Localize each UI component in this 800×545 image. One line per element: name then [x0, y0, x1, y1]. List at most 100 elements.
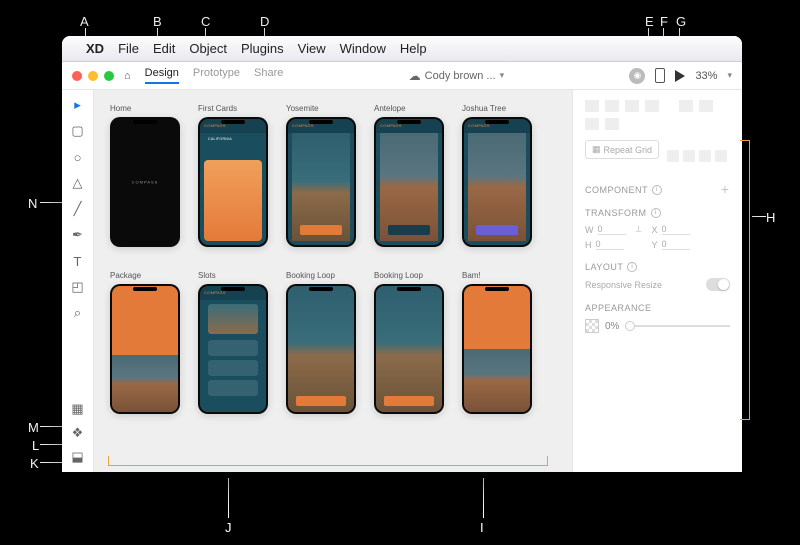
artboard-title[interactable]: Bam! [462, 271, 532, 280]
artboard[interactable]: Home COMPASS [110, 104, 180, 247]
callout-e: E [645, 14, 654, 29]
artboard[interactable]: First Cards COMPASSCALIFORNIA [198, 104, 268, 247]
callout-k: K [30, 456, 39, 471]
y-input[interactable] [662, 239, 690, 250]
cloud-icon: ☁ [409, 69, 421, 83]
assets-icon[interactable]: ▦ [71, 402, 85, 416]
home-icon[interactable]: ⌂ [124, 70, 131, 82]
artboard[interactable]: Slots COMPASS [198, 271, 268, 414]
artboard-title[interactable]: Joshua Tree [462, 104, 532, 113]
screen-head: COMPASS [376, 119, 442, 133]
artboard-title[interactable]: First Cards [198, 104, 268, 113]
component-section: COMPONENTi＋ [585, 183, 730, 196]
rectangle-tool-icon[interactable]: ▢ [71, 124, 85, 138]
artboard-row-1: Home COMPASS First Cards COMPASSCALIFORN… [110, 104, 556, 247]
responsive-toggle[interactable] [706, 278, 730, 291]
zoom-tool-icon[interactable]: ⌕ [71, 306, 85, 320]
boolean-add-icon[interactable] [667, 150, 679, 162]
boolean-subtract-icon[interactable] [683, 150, 695, 162]
info-icon[interactable]: i [651, 208, 661, 218]
artboard-title[interactable]: Antelope [374, 104, 444, 113]
boolean-exclude-icon[interactable] [715, 150, 727, 162]
align-right-icon[interactable] [625, 100, 639, 112]
line-tool-icon[interactable]: ╱ [71, 202, 85, 216]
close-icon[interactable] [72, 71, 82, 81]
y-label: Y [652, 240, 658, 250]
align-bottom-icon[interactable] [699, 100, 713, 112]
align-middle-icon[interactable] [679, 100, 693, 112]
add-component-icon[interactable]: ＋ [720, 183, 730, 196]
distribute-v-icon[interactable] [605, 118, 619, 130]
canvas[interactable]: Home COMPASS First Cards COMPASSCALIFORN… [94, 90, 572, 472]
callout-i: I [480, 520, 484, 535]
artboard-title[interactable]: Package [110, 271, 180, 280]
screen-head: COMPASS [464, 119, 530, 133]
artboard-tool-icon[interactable]: ◰ [71, 280, 85, 294]
opacity-row: 0% [585, 319, 730, 333]
align-left-icon[interactable] [585, 100, 599, 112]
callout-g: G [676, 14, 686, 29]
align-center-h-icon[interactable] [605, 100, 619, 112]
polygon-tool-icon[interactable]: △ [71, 176, 85, 190]
doc-title-text: Cody brown ... [425, 70, 496, 82]
callout-n: N [28, 196, 37, 211]
maximize-icon[interactable] [104, 71, 114, 81]
menu-app[interactable]: XD [86, 41, 104, 56]
ellipse-tool-icon[interactable]: ○ [71, 150, 85, 164]
menu-window[interactable]: Window [340, 41, 386, 56]
opacity-swatch-icon[interactable] [585, 319, 599, 333]
zoom-chevron-icon[interactable]: ▾ [727, 70, 732, 81]
artboard[interactable]: Yosemite COMPASS [286, 104, 356, 247]
opacity-slider[interactable] [625, 325, 730, 327]
macos-menubar: XD File Edit Object Plugins View Window … [62, 36, 742, 62]
artboard[interactable]: Booking Loop [374, 271, 444, 414]
menu-file[interactable]: File [118, 41, 139, 56]
menu-view[interactable]: View [298, 41, 326, 56]
artboard-title[interactable]: Slots [198, 271, 268, 280]
align-controls [585, 100, 730, 130]
artboard-title[interactable]: Booking Loop [286, 271, 356, 280]
property-inspector: ▦ Repeat Grid COMPONENTi＋ TRANSFORMi W ⟂… [572, 90, 742, 472]
artboard[interactable]: Joshua Tree COMPASS [462, 104, 532, 247]
artboard-title[interactable]: Home [110, 104, 180, 113]
artboard[interactable]: Bam! [462, 271, 532, 414]
boolean-intersect-icon[interactable] [699, 150, 711, 162]
menu-plugins[interactable]: Plugins [241, 41, 284, 56]
app-toolbar: ⌂ Design Prototype Share ☁ Cody brown ..… [62, 62, 742, 90]
play-icon[interactable] [675, 70, 685, 82]
menu-object[interactable]: Object [189, 41, 227, 56]
user-avatar-icon[interactable]: ◉ [629, 68, 645, 84]
artboard[interactable]: Booking Loop [286, 271, 356, 414]
tab-design[interactable]: Design [145, 67, 179, 84]
chevron-down-icon: ▾ [500, 70, 505, 81]
artboard[interactable]: Antelope COMPASS [374, 104, 444, 247]
artboard-title[interactable]: Booking Loop [374, 271, 444, 280]
device-preview-icon[interactable] [655, 68, 665, 83]
align-top-icon[interactable] [645, 100, 659, 112]
x-input[interactable] [662, 224, 690, 235]
transform-section: TRANSFORMi [585, 208, 730, 218]
layers-icon[interactable]: ❖ [71, 426, 85, 440]
zoom-value[interactable]: 33% [695, 70, 717, 82]
workspace: ▸ ▢ ○ △ ╱ ✒ T ◰ ⌕ ▦ ❖ ⬓ Home COMPASS Fi [62, 90, 742, 472]
document-title[interactable]: ☁ Cody brown ... ▾ [283, 69, 629, 83]
text-tool-icon[interactable]: T [71, 254, 85, 268]
artboard-title[interactable]: Yosemite [286, 104, 356, 113]
height-input[interactable] [596, 239, 624, 250]
menu-edit[interactable]: Edit [153, 41, 175, 56]
select-tool-icon[interactable]: ▸ [71, 98, 85, 112]
tab-share[interactable]: Share [254, 67, 283, 84]
menu-help[interactable]: Help [400, 41, 427, 56]
tab-prototype[interactable]: Prototype [193, 67, 240, 84]
width-input[interactable] [598, 224, 626, 235]
info-icon[interactable]: i [627, 262, 637, 272]
pen-tool-icon[interactable]: ✒ [71, 228, 85, 242]
minimize-icon[interactable] [88, 71, 98, 81]
repeat-grid-button[interactable]: ▦ Repeat Grid [585, 140, 659, 159]
plugins-icon[interactable]: ⬓ [71, 450, 85, 464]
info-icon[interactable]: i [652, 185, 662, 195]
mode-tabs: Design Prototype Share [145, 67, 284, 84]
distribute-h-icon[interactable] [585, 118, 599, 130]
panel-callout-bracket [740, 140, 750, 420]
artboard[interactable]: Package [110, 271, 180, 414]
